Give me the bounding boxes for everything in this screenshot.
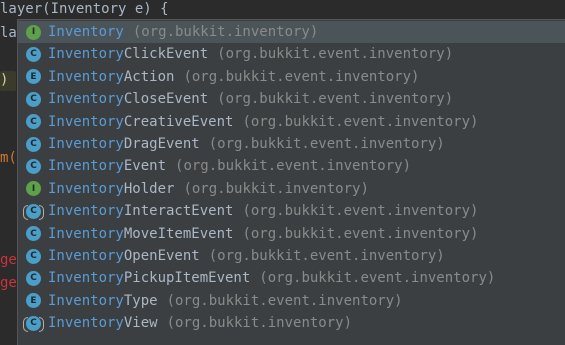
completion-package: (org.bukkit.event.inventory) (242, 113, 479, 130)
completion-package: (org.bukkit.event.inventory) (208, 248, 445, 264)
completion-name-rest: InteractEvent (123, 203, 234, 220)
completion-name-rest: Action (123, 68, 175, 85)
enum-icon: E (26, 69, 41, 85)
code-fragment-ge: ge (0, 252, 17, 268)
autocomplete-popup[interactable]: I Inventory (org.bukkit.inventory) C Invento… (17, 19, 565, 345)
completion-match-text: Inventory (48, 113, 124, 130)
completion-match-text: Inventory (48, 158, 124, 175)
completion-item[interactable]: C Inventory CloseEvent (org.bukkit.event.in… (18, 88, 565, 110)
completion-name-rest: ClickEvent (123, 46, 209, 63)
completion-match-text: Inventory (48, 68, 124, 85)
completion-item[interactable]: C Inventory InteractEvent (org.bukkit.event… (18, 200, 565, 222)
completion-match-text: Inventory (48, 315, 124, 332)
completion-package: (org.bukkit.event.inventory) (166, 292, 403, 309)
completion-match-text: Inventory (48, 203, 124, 220)
completion-name-rest: Event (123, 158, 167, 175)
code-fragment-la: la (0, 25, 17, 41)
completion-item[interactable]: I Inventory (org.bukkit.inventory) (18, 21, 565, 43)
class-icon: C (26, 248, 41, 264)
completion-item[interactable]: C Inventory MoveItemEvent (org.bukkit.event… (18, 223, 565, 245)
completion-package: (org.bukkit.event.inventory) (242, 203, 479, 220)
completion-match-text: Inventory (48, 270, 124, 287)
completion-package: (org.bukkit.event.inventory) (217, 91, 454, 108)
code-type-token: Inventory (50, 1, 127, 17)
class-icon: C (26, 226, 41, 242)
code-fragment-ge: ge (0, 275, 17, 291)
abstract-class-icon: C (23, 203, 44, 220)
completion-item[interactable]: C Inventory PickupItemEvent (org.bukkit.eve… (18, 267, 565, 289)
completion-item[interactable]: C Inventory View (org.bukkit.inventory) (18, 312, 565, 334)
completion-package: (org.bukkit.inventory) (166, 315, 353, 332)
interface-icon: I (26, 181, 41, 197)
completion-match-text: Inventory (48, 180, 124, 197)
completion-item[interactable]: I Inventory Holder (org.bukkit.inventory) (18, 178, 565, 200)
completion-item[interactable]: C Inventory CreativeEvent (org.bukkit.event… (18, 111, 565, 133)
code-fragment: layer( (0, 1, 51, 17)
completion-package: (org.bukkit.event.inventory) (208, 136, 445, 152)
completion-item[interactable]: C Inventory Event (org.bukkit.event.invento… (18, 155, 565, 177)
class-icon: C (26, 158, 41, 174)
completion-name-rest: Type (123, 292, 158, 309)
code-editor[interactable]: layer(Inventory e) { la ) m( ge ge I Inve… (0, 0, 565, 345)
completion-package: (org.bukkit.event.inventory) (242, 225, 479, 242)
completion-package: (org.bukkit.inventory) (183, 180, 369, 197)
interface-icon: I (26, 24, 41, 40)
completion-package: (org.bukkit.event.inventory) (183, 68, 420, 85)
code-fragment: e) { (126, 1, 169, 17)
completion-name-rest: CreativeEvent (123, 113, 234, 130)
completion-match-text: Inventory (48, 292, 124, 309)
code-fragment-m: m( (0, 150, 17, 166)
completion-item[interactable]: E Inventory Action (org.bukkit.event.invent… (18, 66, 565, 88)
class-icon: C (26, 114, 41, 130)
class-icon: C (26, 46, 41, 62)
enum-icon: E (26, 293, 41, 309)
completion-item[interactable]: C Inventory OpenEvent (org.bukkit.event.inv… (18, 245, 565, 267)
completion-match-text: Inventory (48, 225, 124, 242)
completion-name-rest: DragEvent (123, 136, 200, 152)
code-fragment-paren: ) (0, 71, 16, 91)
abstract-class-icon: C (23, 315, 44, 332)
completion-match-text: Inventory (48, 91, 124, 108)
completion-package: (org.bukkit.event.inventory) (175, 158, 412, 175)
completion-match-text: Inventory (48, 46, 124, 63)
completion-package: (org.bukkit.event.inventory) (217, 46, 454, 63)
completion-name-rest: OpenEvent (123, 248, 200, 264)
completion-name-rest: Holder (123, 180, 175, 197)
completion-match-text: Inventory (48, 136, 124, 152)
completion-item[interactable]: C Inventory ClickEvent (org.bukkit.event.in… (18, 43, 565, 65)
completion-name-rest: PickupItemEvent (123, 270, 251, 287)
class-icon: C (26, 270, 41, 286)
completion-item[interactable]: E Inventory Type (org.bukkit.event.inventor… (18, 290, 565, 312)
completion-package: (org.bukkit.event.inventory) (259, 270, 496, 287)
class-icon: C (26, 91, 41, 107)
completion-name-rest: MoveItemEvent (123, 225, 234, 242)
completion-item[interactable]: C Inventory DragEvent (org.bukkit.event.inv… (18, 133, 565, 155)
completion-match-text: Inventory (48, 248, 124, 264)
completion-match-text: Inventory (48, 24, 124, 40)
class-icon: C (26, 136, 41, 152)
completion-name-rest: View (123, 315, 158, 332)
code-line-method-signature: layer(Inventory e) { (0, 0, 169, 18)
completion-package: (org.bukkit.inventory) (132, 24, 319, 40)
completion-name-rest: CloseEvent (123, 91, 209, 108)
